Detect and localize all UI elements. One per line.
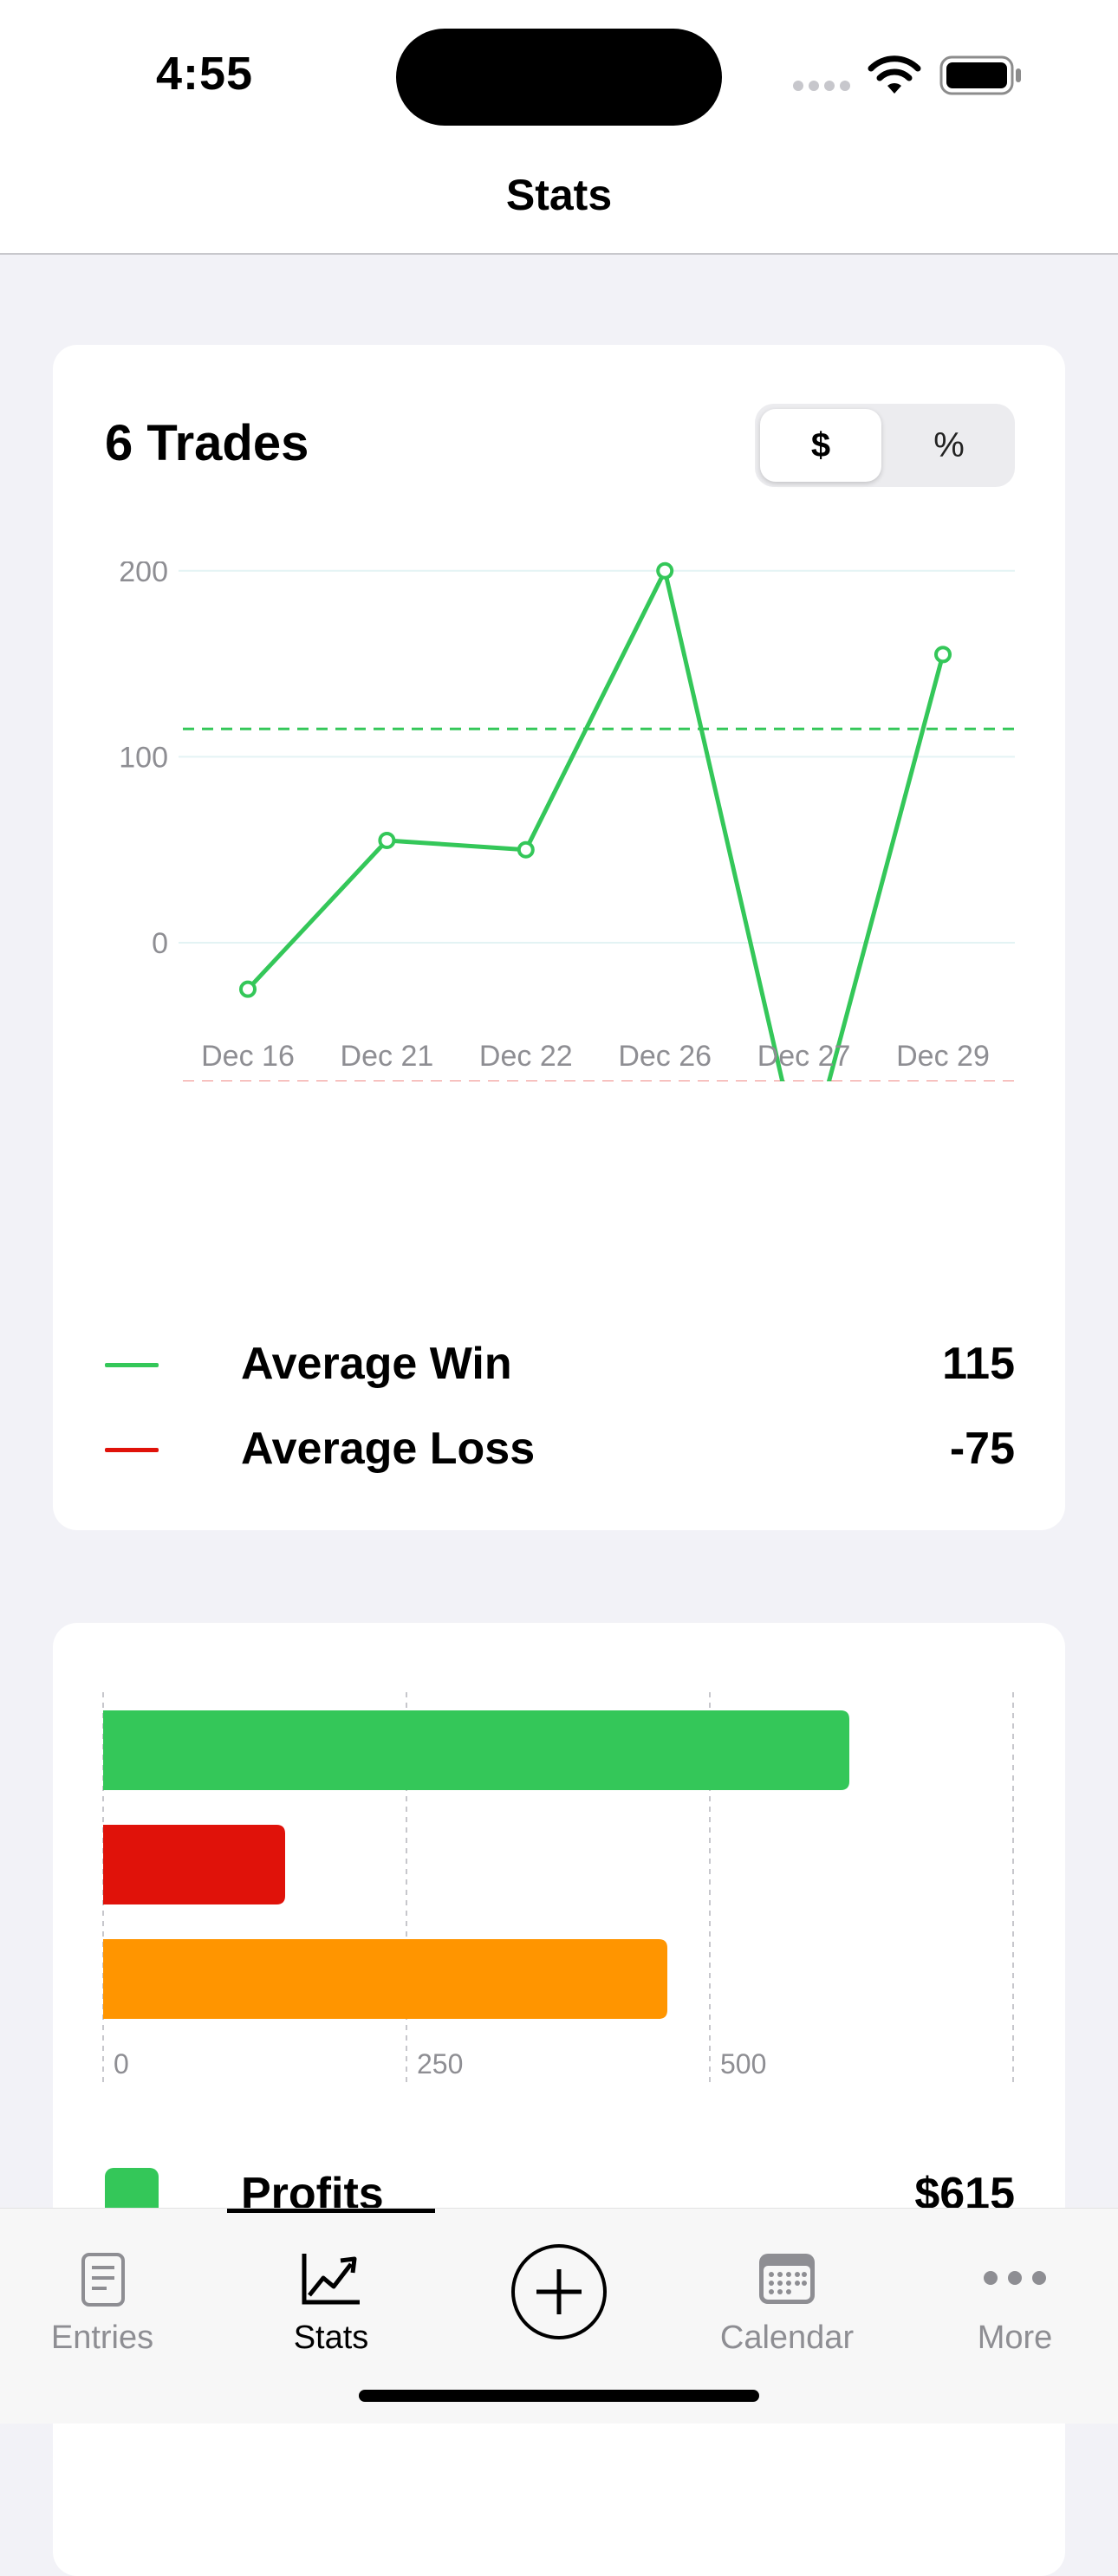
tab-entries[interactable]: Entries bbox=[7, 2226, 198, 2356]
trades-count-title: 6 Trades bbox=[105, 415, 309, 471]
stats-icon bbox=[302, 2254, 360, 2305]
tab-more-label: More bbox=[977, 2320, 1053, 2356]
x-tick-label: 500 bbox=[720, 2048, 766, 2080]
entries-icon bbox=[81, 2253, 125, 2307]
tab-scroll-indicator bbox=[227, 2209, 435, 2213]
tab-calendar[interactable]: Calendar bbox=[692, 2226, 882, 2356]
summary-bar-chart: 0 250 500 bbox=[102, 1692, 1014, 2082]
y-tick-label: 200 bbox=[119, 561, 168, 588]
trades-card: 6 Trades $ % 2001000-100Dec 16Dec 21Dec … bbox=[53, 345, 1065, 1530]
bar bbox=[103, 1825, 285, 1904]
pnl-line-chart: 2001000-100Dec 16Dec 21Dec 22Dec 26Dec 2… bbox=[119, 561, 1015, 1081]
battery-icon bbox=[939, 55, 1021, 95]
average-loss-value: -75 bbox=[949, 1424, 1015, 1474]
tab-stats-label: Stats bbox=[293, 2320, 369, 2356]
average-loss-swatch bbox=[105, 1448, 159, 1452]
top-bar: 4:55 Stats bbox=[0, 0, 1118, 255]
x-tick-label: 0 bbox=[114, 2048, 129, 2080]
x-tick-label: Dec 27 bbox=[757, 1040, 851, 1073]
more-icon bbox=[984, 2271, 1046, 2285]
tab-more[interactable]: More bbox=[920, 2226, 1110, 2356]
add-icon bbox=[511, 2244, 607, 2339]
dynamic-island bbox=[396, 29, 722, 126]
series-line bbox=[246, 568, 946, 1081]
x-tick-label: Dec 21 bbox=[341, 1040, 434, 1073]
wifi-icon bbox=[868, 55, 921, 94]
bar bbox=[103, 1939, 667, 2019]
average-loss-label: Average Loss bbox=[241, 1424, 536, 1474]
average-win-value: 115 bbox=[942, 1339, 1015, 1389]
toggle-percent-option[interactable]: % bbox=[888, 409, 1010, 482]
data-point bbox=[656, 561, 674, 580]
average-loss-row: Average Loss -75 bbox=[105, 1419, 1015, 1480]
data-point bbox=[239, 980, 257, 998]
x-tick-label: 250 bbox=[417, 2048, 463, 2080]
data-point bbox=[934, 646, 952, 664]
home-indicator bbox=[359, 2390, 759, 2402]
x-tick-label: Dec 16 bbox=[201, 1040, 295, 1073]
x-tick-label: Dec 29 bbox=[896, 1040, 990, 1073]
data-point bbox=[517, 840, 535, 859]
y-tick-label: 100 bbox=[119, 741, 168, 774]
status-time: 4:55 bbox=[156, 48, 254, 100]
page-title: Stats bbox=[505, 171, 613, 219]
tab-entries-label: Entries bbox=[50, 2320, 154, 2356]
data-point bbox=[378, 831, 396, 849]
average-win-label: Average Win bbox=[241, 1339, 512, 1389]
y-tick-label: 0 bbox=[152, 927, 168, 960]
bar bbox=[103, 1710, 849, 1790]
currency-percent-toggle[interactable]: $ % bbox=[755, 404, 1015, 487]
tab-stats[interactable]: Stats bbox=[236, 2226, 426, 2356]
tab-calendar-label: Calendar bbox=[719, 2320, 855, 2356]
x-tick-label: Dec 26 bbox=[618, 1040, 712, 1073]
tab-add[interactable] bbox=[464, 2226, 654, 2356]
summary-card: 0 250 500 Profits $615 bbox=[53, 1623, 1065, 2576]
toggle-dollar-option[interactable]: $ bbox=[760, 409, 881, 482]
average-win-row: Average Win 115 bbox=[105, 1334, 1015, 1395]
calendar-icon bbox=[759, 2254, 815, 2304]
x-tick-label: Dec 22 bbox=[479, 1040, 573, 1073]
average-win-swatch bbox=[105, 1363, 159, 1367]
cellular-signal-icon bbox=[793, 81, 850, 91]
